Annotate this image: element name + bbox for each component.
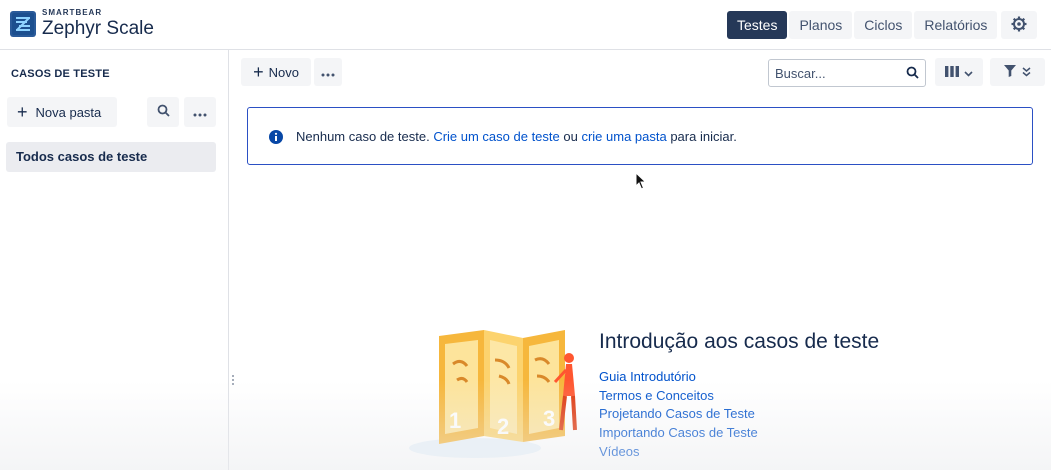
tab-relatorios[interactable]: Relatórios: [914, 11, 998, 39]
columns-button[interactable]: [935, 58, 983, 86]
mouse-cursor-icon: [635, 171, 647, 193]
link-terms-and-concepts[interactable]: Termos e Conceitos: [599, 387, 758, 406]
intro-links: Guia Introdutório Termos e Conceitos Pro…: [599, 368, 758, 462]
tab-planos[interactable]: Planos: [789, 11, 853, 39]
main-nav: Testes Planos Ciclos Relatórios: [727, 11, 999, 39]
columns-icon: [945, 65, 959, 80]
empty-state-message: Nenhum caso de teste. Crie um caso de te…: [296, 129, 737, 144]
more-actions-button[interactable]: [314, 58, 342, 86]
more-icon: [321, 65, 335, 80]
tab-ciclos[interactable]: Ciclos: [854, 11, 913, 39]
folder-more-button[interactable]: [184, 97, 216, 127]
search-icon[interactable]: [906, 66, 919, 82]
link-importing-test-cases[interactable]: Importando Casos de Teste: [599, 424, 758, 443]
link-designing-test-cases[interactable]: Projetando Casos de Teste: [599, 405, 758, 424]
filter-icon: [1004, 64, 1016, 80]
app-logo[interactable]: SMARTBEAR Zephyr Scale: [10, 9, 154, 38]
empty-state-banner: Nenhum caso de teste. Crie um caso de te…: [247, 107, 1033, 165]
gear-icon: [1011, 16, 1027, 35]
new-button-label: Novo: [268, 64, 299, 80]
link-getting-started-guide[interactable]: Guia Introdutório: [599, 368, 758, 387]
empty-state-text-start: Nenhum caso de teste.: [296, 129, 434, 144]
illustration-number-3: 3: [543, 406, 555, 431]
search-icon: [157, 104, 170, 120]
create-test-case-link[interactable]: Crie um caso de teste: [433, 129, 559, 144]
new-folder-label: Nova pasta: [35, 104, 102, 120]
illustration-number-1: 1: [449, 408, 461, 433]
product-name: Zephyr Scale: [42, 18, 154, 39]
create-folder-link[interactable]: crie uma pasta: [581, 129, 666, 144]
chevron-down-icon: [964, 65, 973, 80]
sidebar-item-all-test-cases[interactable]: Todos casos de teste: [6, 142, 216, 172]
new-folder-button[interactable]: + Nova pasta: [7, 97, 117, 127]
zephyr-logo-icon: [10, 10, 36, 37]
test-cases-illustration: 1 2 3: [405, 324, 581, 464]
main-content: + Novo Nenhum caso de teste. Crie u: [230, 50, 1051, 470]
link-videos[interactable]: Vídeos: [599, 443, 758, 462]
empty-state-text-end: para iniciar.: [666, 129, 737, 144]
brand-name: SMARTBEAR: [42, 8, 103, 17]
more-icon: [193, 105, 207, 120]
top-bar: SMARTBEAR Zephyr Scale Testes Planos Cic…: [0, 0, 1051, 50]
search-input[interactable]: [775, 65, 895, 82]
info-icon: [269, 130, 283, 147]
sidebar-title: CASOS DE TESTE: [11, 68, 110, 80]
illustration-number-2: 2: [497, 414, 509, 439]
search-box: [768, 59, 926, 87]
plus-icon: +: [253, 62, 264, 82]
filter-button[interactable]: [990, 58, 1045, 86]
tab-testes[interactable]: Testes: [727, 11, 788, 39]
intro-title: Introdução aos casos de teste: [599, 330, 880, 353]
empty-state-text-middle: ou: [559, 129, 582, 144]
plus-icon: +: [17, 102, 28, 122]
settings-button[interactable]: [1001, 11, 1037, 39]
folder-search-button[interactable]: [147, 97, 179, 127]
new-button[interactable]: + Novo: [241, 58, 311, 86]
sidebar: CASOS DE TESTE + Nova pasta Todos casos …: [0, 50, 229, 470]
double-chevron-down-icon: [1022, 65, 1031, 80]
